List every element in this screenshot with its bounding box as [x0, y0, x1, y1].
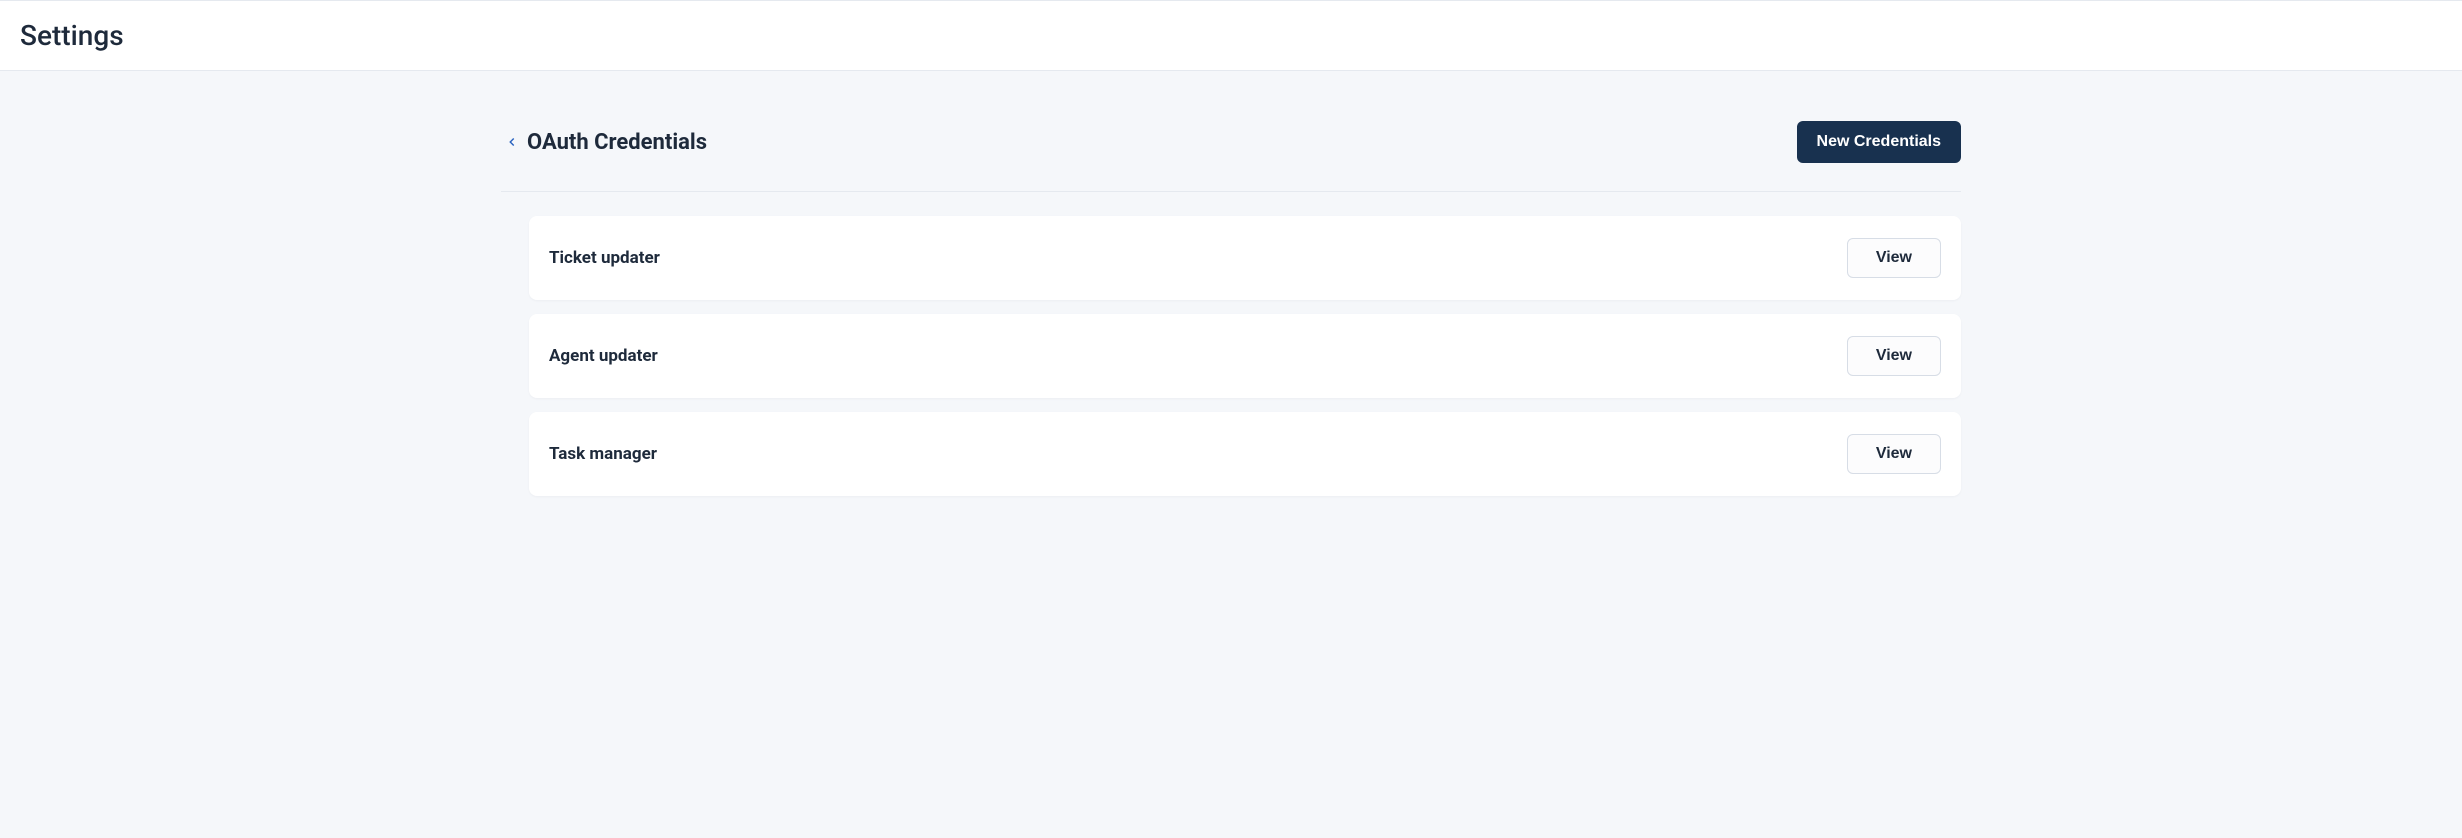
- credential-name: Task manager: [549, 444, 657, 464]
- section-header: OAuth Credentials New Credentials: [501, 121, 1961, 192]
- view-button[interactable]: View: [1847, 434, 1941, 474]
- section-title: OAuth Credentials: [527, 130, 707, 155]
- top-bar: Settings: [0, 0, 2462, 71]
- section-header-left: OAuth Credentials: [501, 130, 707, 155]
- new-credentials-button[interactable]: New Credentials: [1797, 121, 1961, 163]
- list-item: Task manager View: [529, 412, 1961, 496]
- list-item: Ticket updater View: [529, 216, 1961, 300]
- credential-name: Ticket updater: [549, 248, 660, 268]
- chevron-left-icon[interactable]: [501, 131, 523, 153]
- page-title: Settings: [20, 19, 2442, 52]
- view-button[interactable]: View: [1847, 238, 1941, 278]
- list-item: Agent updater View: [529, 314, 1961, 398]
- view-button[interactable]: View: [1847, 336, 1941, 376]
- credentials-list: Ticket updater View Agent updater View T…: [501, 216, 1961, 496]
- content-wrap: OAuth Credentials New Credentials Ticket…: [501, 71, 1961, 536]
- credential-name: Agent updater: [549, 346, 658, 366]
